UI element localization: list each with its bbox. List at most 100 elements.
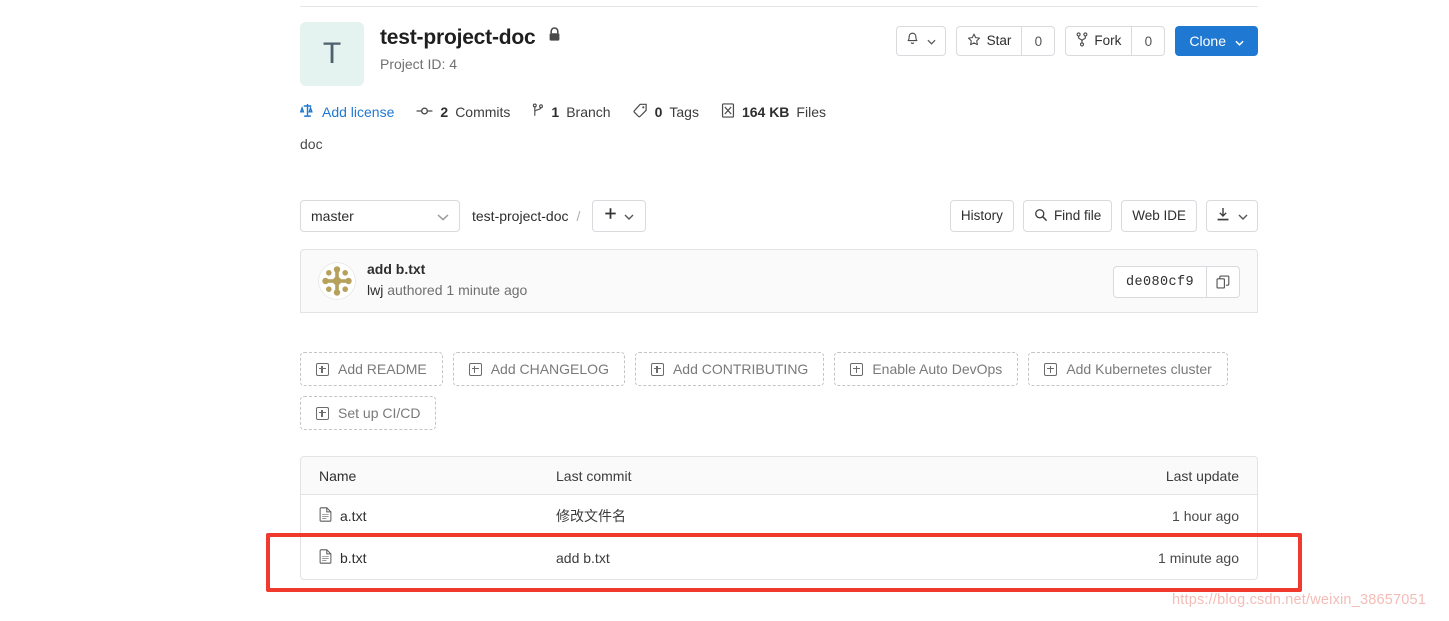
plus-square-icon	[468, 362, 482, 376]
commit-sha[interactable]: de080cf9	[1112, 266, 1206, 298]
clone-label: Clone	[1189, 33, 1226, 49]
plus-square-icon	[1044, 362, 1058, 376]
quick-action-label: Set up CI/CD	[338, 405, 421, 421]
file-name-cell[interactable]: b.txt	[301, 549, 556, 567]
avatar	[318, 262, 356, 300]
stat-files-size: 164 KB Files	[721, 103, 826, 121]
breadcrumb-root[interactable]: test-project-doc	[472, 208, 568, 224]
add-kubernetes-cluster-button[interactable]: Add Kubernetes cluster	[1028, 352, 1228, 386]
project-header: T test-project-doc Project ID: 4 Star 0 …	[300, 22, 1258, 86]
stat-value: 164 KB	[741, 104, 790, 120]
plus-square-icon	[650, 362, 664, 376]
stat-label: Files	[796, 104, 826, 120]
chevron-down-icon	[927, 34, 936, 48]
table-row[interactable]: a.txt 修改文件名 1 hour ago	[301, 495, 1257, 537]
quick-actions-row-2: Set up CI/CD	[300, 396, 1258, 430]
repo-toolbar: master test-project-doc / History Find f…	[300, 200, 1258, 234]
file-name-cell[interactable]: a.txt	[301, 506, 556, 525]
project-avatar-letter: T	[322, 37, 342, 70]
set-up-ci-cd-button[interactable]: Set up CI/CD	[300, 396, 437, 430]
star-icon	[967, 33, 981, 50]
project-id-label: Project ID: 4	[380, 56, 458, 72]
commit-author[interactable]: lwj	[367, 282, 383, 298]
page-title: test-project-doc	[380, 26, 536, 49]
stat-label: Commits	[455, 104, 511, 120]
commit-info: add b.txt lwj authored 1 minute ago	[367, 261, 527, 298]
web-ide-label: Web IDE	[1132, 208, 1186, 224]
project-description: doc	[300, 136, 323, 152]
column-header-last-commit: Last commit	[556, 467, 632, 484]
branch-icon	[532, 103, 544, 121]
plus-square-icon	[316, 406, 329, 420]
chevron-down-icon	[437, 208, 449, 224]
breadcrumb-separator: /	[576, 208, 581, 224]
stat-tags[interactable]: 0 Tags	[633, 103, 699, 121]
commit-icon	[416, 104, 433, 121]
column-header-last-update: Last update	[1165, 467, 1239, 484]
chevron-down-icon	[1238, 209, 1248, 223]
project-avatar: T	[300, 22, 364, 86]
quick-action-label: Add README	[338, 361, 427, 377]
tag-icon	[633, 103, 648, 121]
chevron-down-icon	[1235, 34, 1244, 48]
clone-button[interactable]: Clone	[1175, 26, 1258, 56]
stat-add-license[interactable]: Add license	[299, 103, 395, 121]
plus-square-icon	[316, 362, 329, 376]
file-last-commit[interactable]: 修改文件名	[556, 506, 1067, 526]
fork-label: Fork	[1094, 33, 1122, 49]
file-size-icon	[721, 103, 735, 121]
watermark: https://blog.csdn.net/weixin_38657051	[1172, 592, 1427, 608]
file-name: b.txt	[340, 550, 367, 566]
history-button[interactable]: History	[949, 200, 1014, 232]
stat-value: 2	[440, 104, 449, 120]
license-icon	[299, 103, 315, 121]
chevron-down-icon	[624, 207, 634, 225]
file-last-commit[interactable]: add b.txt	[556, 550, 1067, 566]
column-header-name: Name	[319, 467, 357, 484]
download-button[interactable]	[1206, 200, 1258, 232]
top-divider	[300, 6, 1258, 7]
star-count[interactable]: 0	[1021, 26, 1056, 56]
lock-icon	[548, 27, 561, 47]
history-label: History	[960, 208, 1003, 224]
file-icon	[319, 506, 332, 525]
stat-commits[interactable]: 2 Commits	[416, 104, 510, 121]
fork-button-group[interactable]: Fork 0	[1065, 26, 1166, 56]
download-icon	[1216, 207, 1230, 225]
quick-actions: Add README Add CHANGELOG Add CONTRIBUTIN…	[300, 352, 1258, 440]
star-button[interactable]: Star	[955, 26, 1022, 56]
copy-icon[interactable]	[1206, 266, 1240, 298]
find-file-label: Find file	[1053, 208, 1102, 224]
table-header: Name Last commit Last update	[301, 457, 1257, 495]
project-title-wrap: test-project-doc Project ID: 4	[380, 26, 561, 72]
stat-label: Branch	[566, 104, 611, 120]
fork-button[interactable]: Fork	[1065, 26, 1132, 56]
commit-time: authored 1 minute ago	[383, 282, 528, 298]
commit-title[interactable]: add b.txt	[367, 261, 527, 277]
add-to-tree-button[interactable]	[592, 200, 647, 232]
stat-label: Add license	[322, 104, 395, 120]
quick-action-label: Enable Auto DevOps	[872, 361, 1003, 377]
web-ide-button[interactable]: Web IDE	[1121, 200, 1197, 232]
quick-action-label: Add Kubernetes cluster	[1066, 361, 1212, 377]
add-readme-button[interactable]: Add README	[300, 352, 443, 386]
table-row[interactable]: b.txt add b.txt 1 minute ago	[301, 537, 1257, 579]
file-name: a.txt	[340, 507, 367, 524]
add-changelog-button[interactable]: Add CHANGELOG	[452, 352, 625, 386]
commit-sha-group: de080cf9	[1112, 266, 1240, 298]
branch-selector[interactable]: master	[300, 200, 460, 232]
header-actions: Star 0 Fork 0 Clone	[895, 26, 1258, 56]
stat-label: Tags	[669, 104, 699, 120]
fork-count[interactable]: 0	[1131, 26, 1166, 56]
stat-branches[interactable]: 1 Branch	[532, 103, 611, 121]
star-label: Star	[986, 33, 1012, 49]
commit-meta: lwj authored 1 minute ago	[367, 282, 527, 298]
find-file-button[interactable]: Find file	[1022, 200, 1113, 232]
repo-toolbar-actions: History Find file Web IDE	[949, 200, 1258, 232]
notification-button[interactable]	[895, 26, 946, 56]
enable-auto-devops-button[interactable]: Enable Auto DevOps	[834, 352, 1019, 386]
quick-action-label: Add CHANGELOG	[490, 361, 609, 377]
project-stats: Add license 2 Commits 1 Branch 0 Tags 16…	[299, 103, 826, 121]
star-button-group[interactable]: Star 0	[955, 26, 1056, 56]
add-contributing-button[interactable]: Add CONTRIBUTING	[634, 352, 825, 386]
